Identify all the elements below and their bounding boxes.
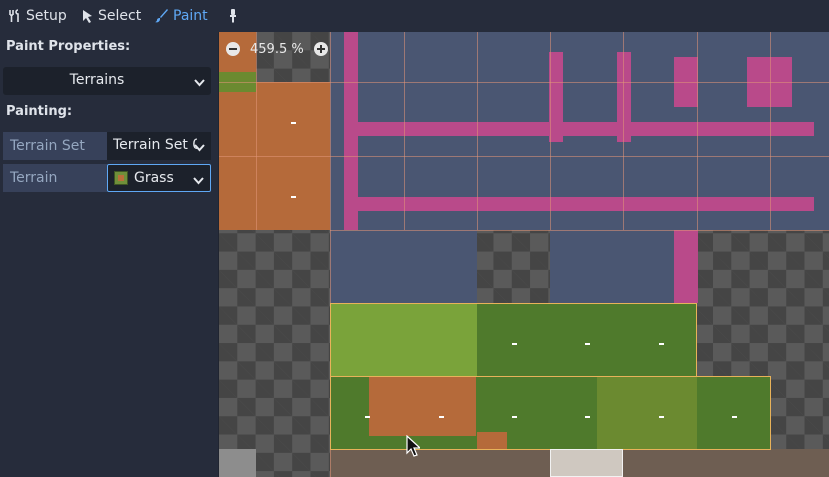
atlas-tile[interactable]: [550, 449, 623, 477]
atlas-tile[interactable]: [369, 376, 476, 436]
path-decoration: [674, 230, 698, 303]
setup-button[interactable]: Setup: [8, 6, 67, 26]
wrench-icon: [8, 9, 22, 23]
tile-center-mark: [512, 416, 517, 418]
terrain-set-dropdown[interactable]: Terrain Set 0: [107, 132, 211, 160]
terrain-value: Grass: [134, 170, 174, 186]
paint-properties-heading: Paint Properties:: [6, 39, 131, 54]
tile-center-mark: [291, 196, 296, 198]
tile-center-mark: [291, 122, 296, 124]
atlas-tile[interactable]: [597, 376, 697, 449]
tile-center-mark: [585, 416, 590, 418]
atlas-tile[interactable]: [330, 230, 477, 303]
grid-line: [770, 32, 771, 230]
atlas-tile[interactable]: [477, 432, 507, 449]
terrain-dropdown[interactable]: Grass: [107, 164, 211, 192]
atlas-tile[interactable]: [330, 303, 404, 376]
pointer-icon: [82, 9, 94, 23]
eyedropper-icon: [228, 8, 238, 24]
grid-line: [623, 32, 624, 230]
path-decoration: [617, 52, 631, 142]
grid-line: [219, 156, 829, 157]
chevron-down-icon: [194, 75, 205, 91]
zoom-out-icon[interactable]: [226, 42, 240, 56]
chevron-down-icon: [193, 173, 204, 189]
grid-line: [550, 32, 551, 230]
grid-line: [404, 32, 405, 230]
paint-properties-panel: Paint Properties: Terrains Painting: Ter…: [0, 32, 218, 477]
grid-line: [330, 230, 829, 231]
grid-line: [697, 32, 698, 230]
grid-line: [219, 82, 829, 83]
terrain-label: Terrain: [3, 164, 107, 192]
tile-center-mark: [365, 416, 370, 418]
atlas-tile[interactable]: [404, 303, 477, 376]
zoom-controls: 459.5 %: [226, 38, 328, 60]
grid-line: [477, 32, 478, 230]
paint-mode-value: Terrains: [69, 72, 125, 88]
path-decoration: [549, 52, 563, 142]
paint-button[interactable]: Paint: [155, 6, 208, 26]
grid-line: [330, 32, 331, 477]
zoom-in-icon[interactable]: [313, 42, 328, 56]
zoom-level: 459.5 %: [250, 41, 304, 57]
select-button[interactable]: Select: [82, 6, 141, 26]
tile-center-mark: [512, 343, 517, 345]
path-decoration: [344, 122, 814, 136]
terrain-set-value: Terrain Set 0: [113, 137, 197, 153]
tile-center-mark: [659, 416, 664, 418]
toolbar: Setup Select Paint: [0, 0, 829, 32]
atlas-tile[interactable]: [477, 303, 697, 376]
select-label: Select: [98, 8, 142, 24]
path-decoration: [344, 197, 814, 211]
painting-heading: Painting:: [6, 104, 73, 119]
chevron-down-icon: [194, 140, 205, 156]
tile-center-mark: [659, 343, 664, 345]
tile-center-mark: [439, 416, 444, 418]
paint-label: Paint: [173, 8, 208, 24]
setup-label: Setup: [26, 8, 67, 24]
atlas-tile[interactable]: [219, 449, 256, 477]
tile-center-mark: [585, 343, 590, 345]
tile-center-mark: [732, 416, 737, 418]
brush-icon: [155, 9, 169, 23]
mouse-cursor-icon: [406, 434, 422, 461]
paint-mode-dropdown[interactable]: Terrains: [3, 67, 211, 95]
picker-button[interactable]: [228, 6, 238, 26]
atlas-tile[interactable]: [219, 32, 256, 230]
terrain-set-label: Terrain Set: [3, 132, 107, 160]
tile-atlas-view[interactable]: [219, 32, 829, 477]
grid-line: [256, 32, 257, 230]
grass-terrain-icon: [114, 171, 128, 185]
